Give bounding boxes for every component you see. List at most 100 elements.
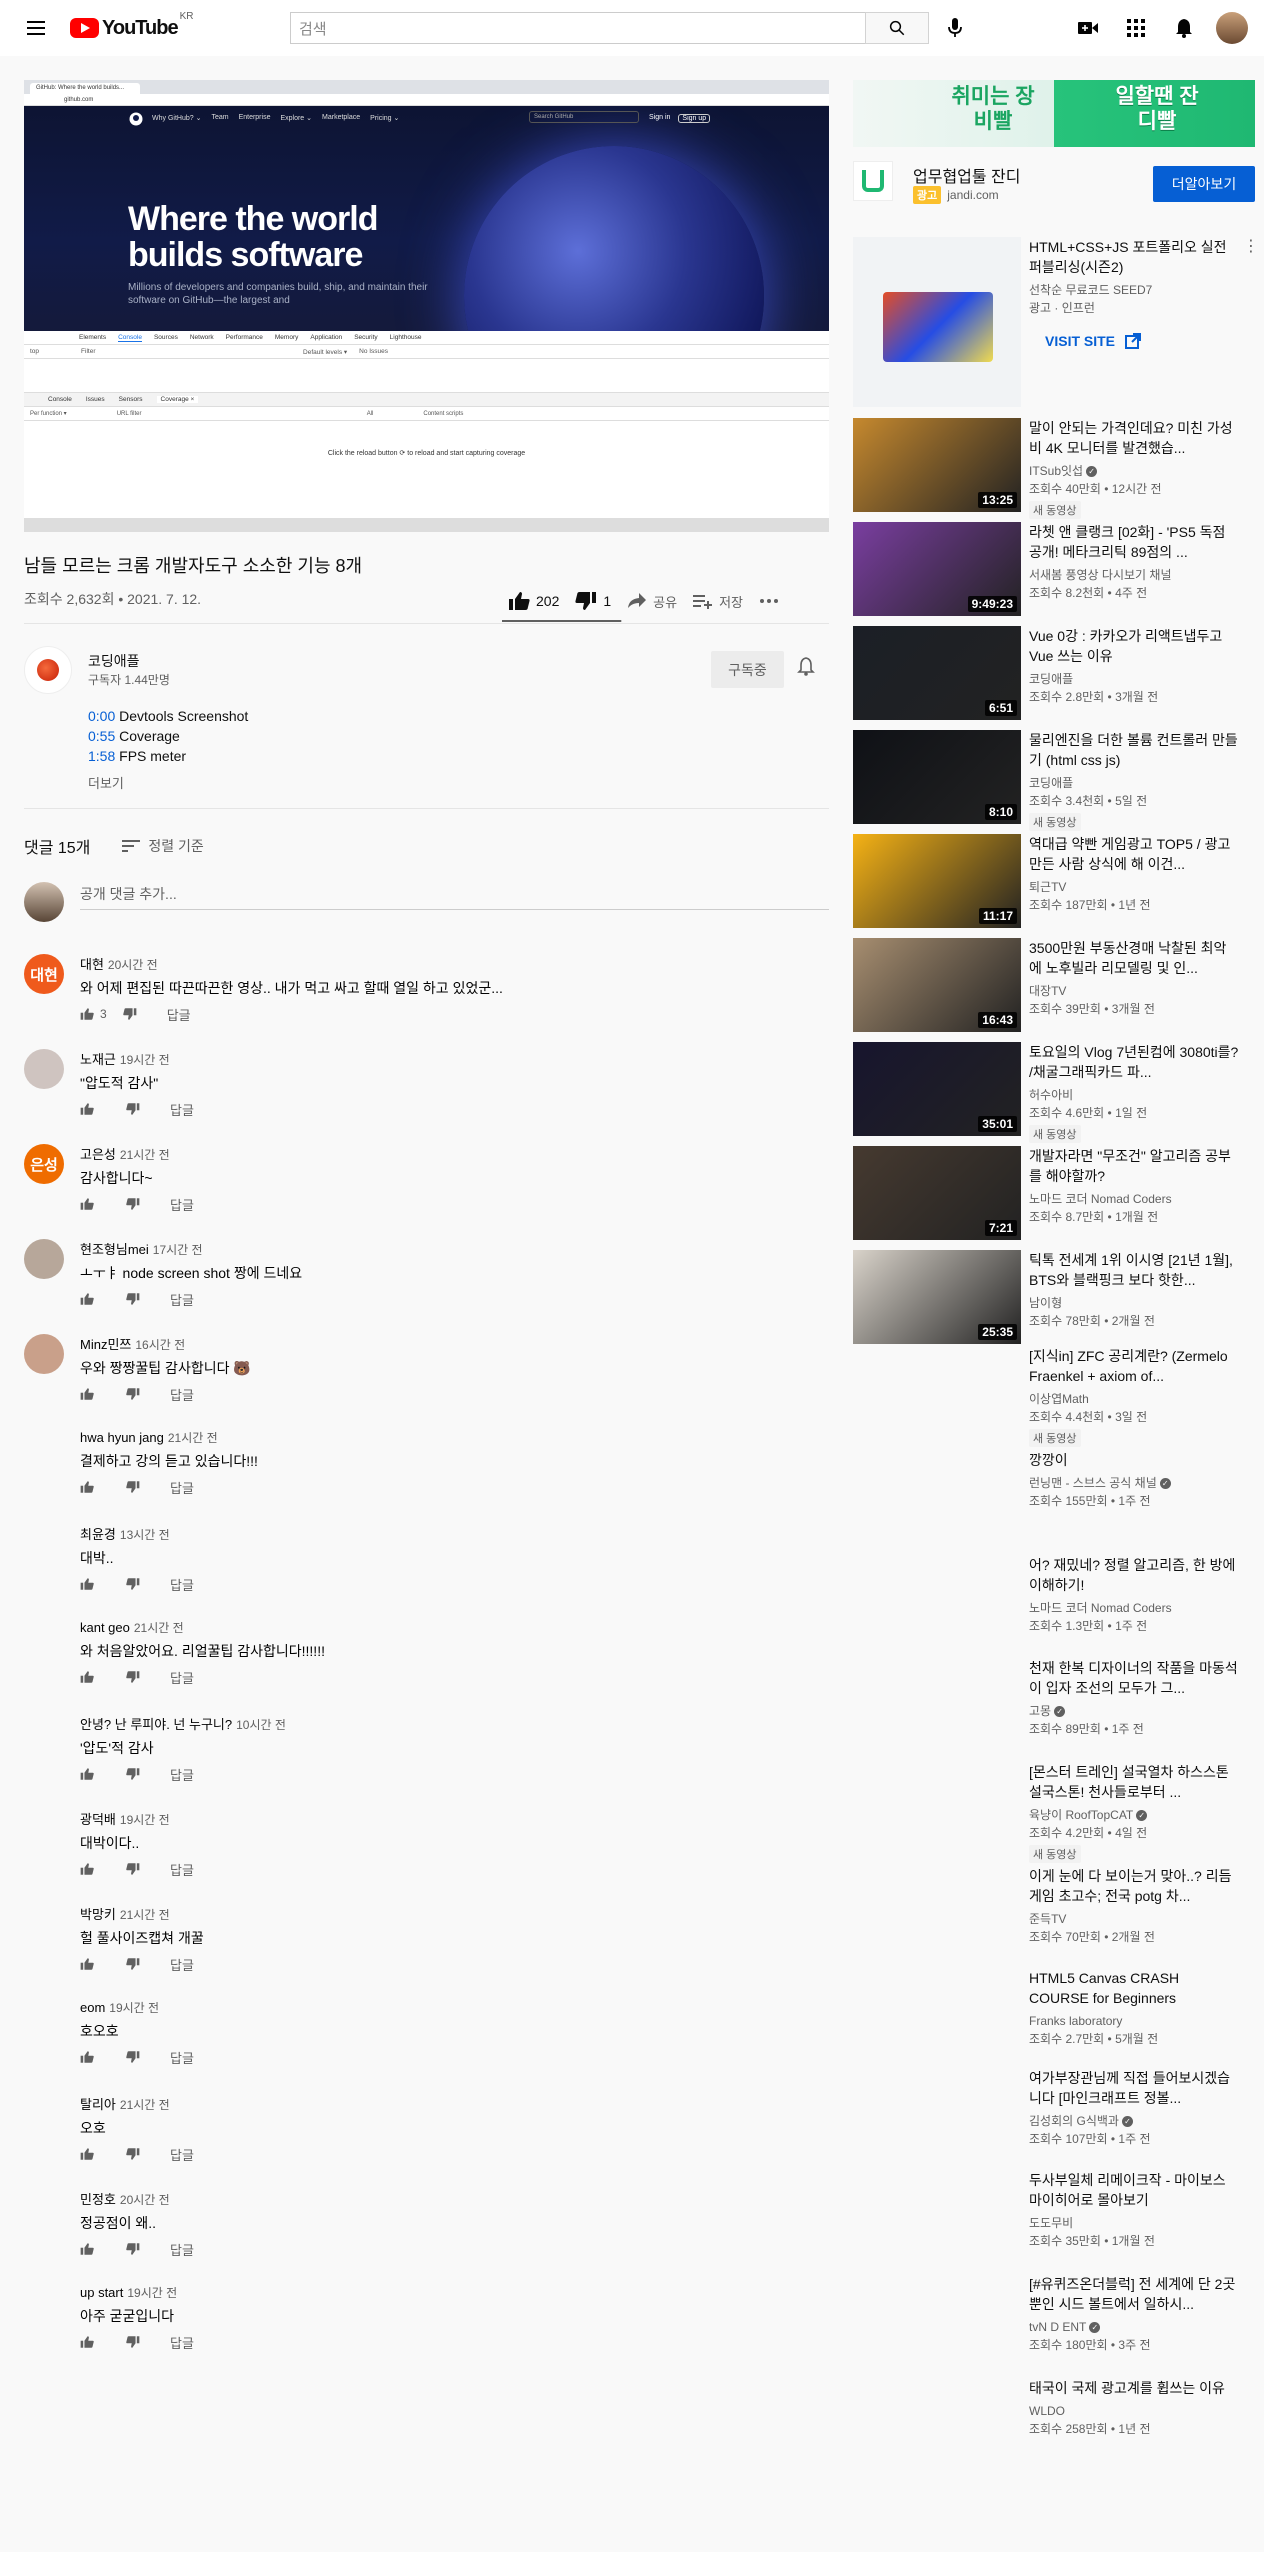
related-video[interactable]: [#유퀴즈온더블럭] 전 세계에 단 2곳뿐인 시드 볼트에서 일하시... t… <box>853 2274 1255 2368</box>
comment-dislike-icon[interactable] <box>126 1577 140 1591</box>
comment-time[interactable]: 21시간 전 <box>120 1148 170 1162</box>
video-title[interactable]: 3500만원 부동산경매 낙찰된 최악에 노후빌라 리모델링 및 인... <box>1029 938 1239 978</box>
reply-button[interactable]: 답글 <box>170 1955 194 1974</box>
reply-button[interactable]: 답글 <box>170 1765 194 1784</box>
comment-author[interactable]: 박망키 <box>80 1907 116 1922</box>
comment-like-icon[interactable] <box>80 2335 94 2349</box>
comment-like-icon[interactable] <box>80 1102 94 1116</box>
comment-like-icon[interactable] <box>80 1007 94 1021</box>
video-title[interactable]: Vue 0강 : 카카오가 리액트냅두고 Vue 쓰는 이유 <box>1029 626 1239 666</box>
chapter-timestamp[interactable]: 0:00 <box>88 708 115 724</box>
video-title[interactable]: [#유퀴즈온더블럭] 전 세계에 단 2곳뿐인 시드 볼트에서 일하시... <box>1029 2274 1239 2314</box>
video-thumbnail[interactable]: 7:21 <box>853 1146 1021 1240</box>
reply-button[interactable]: 답글 <box>170 1478 194 1497</box>
comment-dislike-icon[interactable] <box>126 1292 140 1306</box>
video-thumbnail[interactable]: 6:51 <box>853 626 1021 720</box>
video-thumbnail[interactable]: 35:01 <box>853 1042 1021 1136</box>
comment-time[interactable]: 21시간 전 <box>120 1908 170 1922</box>
comment-author[interactable]: up start <box>80 2285 123 2300</box>
video-title[interactable]: HTML+CSS+JS 포트폴리오 실전 퍼블리싱(시즌2) <box>1029 237 1239 277</box>
comment-like-icon[interactable] <box>80 1292 94 1306</box>
comment-dislike-icon[interactable] <box>126 1197 140 1211</box>
comment-time[interactable]: 16시간 전 <box>135 1338 185 1352</box>
comment-time[interactable]: 21시간 전 <box>168 1431 218 1445</box>
video-channel[interactable]: Franks laboratory <box>1029 2012 1239 2030</box>
related-video[interactable]: 25:35 틱톡 전세계 1위 이시영 [21년 1월], BTS와 블랙핑크 … <box>853 1250 1255 1344</box>
reply-button[interactable]: 답글 <box>170 1195 194 1214</box>
apps-button[interactable] <box>1116 8 1156 48</box>
comment-like-icon[interactable] <box>80 2050 94 2064</box>
comment-time[interactable]: 20시간 전 <box>108 958 158 972</box>
chapter-timestamp[interactable]: 1:58 <box>88 748 115 764</box>
comment-time[interactable]: 10시간 전 <box>236 1718 286 1732</box>
share-button[interactable]: 공유 <box>619 586 685 616</box>
comment-dislike-icon[interactable] <box>126 1957 140 1971</box>
ad-card[interactable]: 업무협업툴 잔디 광고 jandi.com 더알아보기 <box>853 157 1255 209</box>
video-channel[interactable]: 준득TV <box>1029 1910 1239 1928</box>
video-channel[interactable]: tvN D ENT ✓ <box>1029 2318 1239 2336</box>
video-channel[interactable]: 퇴근TV <box>1029 878 1239 896</box>
comment-time[interactable]: 21시간 전 <box>120 2098 170 2112</box>
video-title[interactable]: 이게 눈에 다 보이는거 맞아..? 리듬게임 초고수; 전국 potg 차..… <box>1029 1866 1239 1906</box>
video-thumbnail[interactable] <box>853 237 1021 407</box>
comment-author[interactable]: Minz민쯔 <box>80 1337 131 1352</box>
comment-dislike-icon[interactable] <box>126 1767 140 1781</box>
comment-dislike-icon[interactable] <box>126 1387 140 1401</box>
video-title[interactable]: [몬스터 트레인] 설국열차 하스스톤 설국스톤! 천사들로부터 ... <box>1029 1762 1239 1802</box>
video-channel[interactable]: 도도무비 <box>1029 2214 1239 2232</box>
comment-avatar[interactable]: 은성 <box>24 1144 64 1184</box>
comment-time[interactable]: 21시간 전 <box>134 1621 184 1635</box>
related-video[interactable]: 6:51 Vue 0강 : 카카오가 리액트냅두고 Vue 쓰는 이유 코딩애플… <box>853 626 1255 720</box>
comment-like-icon[interactable] <box>80 1957 94 1971</box>
youtube-logo[interactable]: YouTube KR <box>70 11 193 40</box>
comment-avatar[interactable] <box>24 1049 64 1089</box>
comment-author[interactable]: eom <box>80 2000 105 2015</box>
reply-button[interactable]: 답글 <box>170 1385 194 1404</box>
video-title[interactable]: 역대급 약빤 게임광고 TOP5 / 광고 만든 사람 상식에 해 이건... <box>1029 834 1239 874</box>
comment-avatar[interactable]: 대현 <box>24 954 64 994</box>
video-title[interactable]: 틱톡 전세계 1위 이시영 [21년 1월], BTS와 블랙핑크 보다 핫한.… <box>1029 1250 1239 1290</box>
comment-author[interactable]: 민정호 <box>80 2192 116 2207</box>
show-more-button[interactable]: 더보기 <box>88 773 124 792</box>
reply-button[interactable]: 답글 <box>170 1860 194 1879</box>
video-channel[interactable]: 허수아비 <box>1029 1086 1239 1104</box>
subscribe-button[interactable]: 구독중 <box>711 651 784 688</box>
related-video[interactable]: HTML+CSS+JS 포트폴리오 실전 퍼블리싱(시즌2) 선착순 무료코드 … <box>853 237 1259 407</box>
related-video[interactable]: 이게 눈에 다 보이는거 맞아..? 리듬게임 초고수; 전국 potg 차..… <box>853 1866 1255 1960</box>
comment-author[interactable]: 안녕? 난 루피야. 넌 누구니? <box>80 1717 232 1732</box>
channel-notification-button[interactable] <box>797 656 815 681</box>
related-video[interactable]: 8:10 물리엔진을 더한 볼륨 컨트롤러 만들기 (html css js) … <box>853 730 1255 831</box>
video-title[interactable]: 말이 안되는 가격인데요? 미친 가성비 4K 모니터를 발견했습... <box>1029 418 1239 458</box>
related-video[interactable]: 여가부장관님께 직접 들어보시겠습니다 [마인크래프트 정볼... 김성회의 G… <box>853 2068 1255 2162</box>
video-title[interactable]: 어? 재밌네? 정렬 알고리즘, 한 방에 이해하기! <box>1029 1555 1239 1595</box>
search-button[interactable] <box>865 12 929 44</box>
related-video[interactable]: 16:43 3500만원 부동산경매 낙찰된 최악에 노후빌라 리모델링 및 인… <box>853 938 1255 1032</box>
reply-button[interactable]: 답글 <box>170 2048 194 2067</box>
video-channel[interactable]: 노마드 코더 Nomad Coders <box>1029 1190 1239 1208</box>
add-comment-input[interactable]: 공개 댓글 추가... <box>80 882 829 910</box>
comment-like-icon[interactable] <box>80 2242 94 2256</box>
video-thumbnail[interactable]: 11:17 <box>853 834 1021 928</box>
video-channel[interactable]: 선착순 무료코드 SEED7 <box>1029 281 1239 299</box>
related-video[interactable]: 7:21 개발자라면 "무조건" 알고리즘 공부를 해야할까? 노마드 코더 N… <box>853 1146 1255 1240</box>
video-channel[interactable]: 육냥이 RoofTopCAT ✓ <box>1029 1806 1239 1824</box>
comment-dislike-icon[interactable] <box>126 2147 140 2161</box>
comment-time[interactable]: 13시간 전 <box>120 1528 170 1542</box>
related-video[interactable]: 13:25 말이 안되는 가격인데요? 미친 가성비 4K 모니터를 발견했습.… <box>853 418 1255 519</box>
video-channel[interactable]: 서새봄 풍영상 다시보기 채널 <box>1029 566 1239 584</box>
video-thumbnail[interactable]: 16:43 <box>853 938 1021 1032</box>
video-channel[interactable]: 이상엽Math <box>1029 1390 1239 1408</box>
video-thumbnail[interactable]: 25:35 <box>853 1250 1021 1344</box>
comment-time[interactable]: 19시간 전 <box>127 2286 177 2300</box>
video-channel[interactable]: 김성회의 G식백과 ✓ <box>1029 2112 1239 2130</box>
account-avatar[interactable] <box>1216 12 1248 44</box>
related-video[interactable]: 어? 재밌네? 정렬 알고리즘, 한 방에 이해하기! 노마드 코더 Nomad… <box>853 1555 1255 1649</box>
comment-author[interactable]: 최윤경 <box>80 1527 116 1542</box>
video-channel[interactable]: 코딩애플 <box>1029 774 1239 792</box>
video-title[interactable]: 천재 한복 디자이너의 작품을 마동석이 입자 조선의 모두가 그... <box>1029 1658 1239 1698</box>
video-title[interactable]: 여가부장관님께 직접 들어보시겠습니다 [마인크래프트 정볼... <box>1029 2068 1239 2108</box>
video-title[interactable]: 깡깡이 <box>1029 1450 1239 1470</box>
video-channel[interactable]: 대장TV <box>1029 982 1239 1000</box>
menu-icon[interactable] <box>16 8 56 48</box>
visit-site-button[interactable]: VISIT SITE <box>1045 333 1239 349</box>
